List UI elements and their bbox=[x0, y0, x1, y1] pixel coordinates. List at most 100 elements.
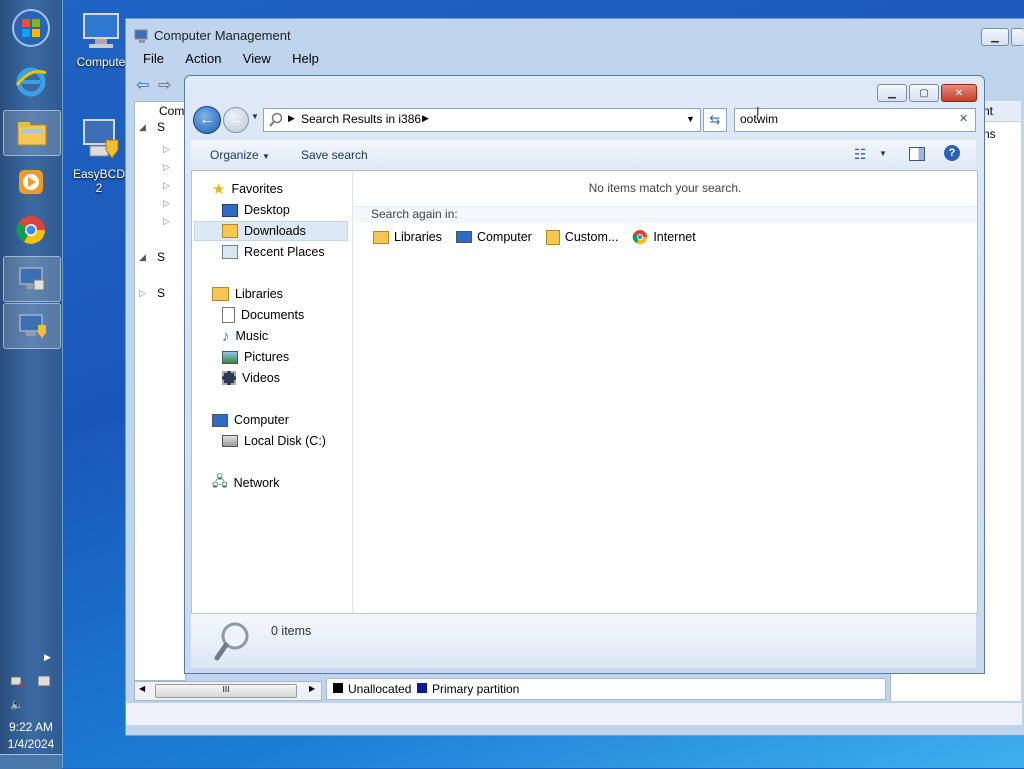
organize-button[interactable]: Organize ▼ bbox=[210, 148, 270, 162]
change-view-icon[interactable]: ☷ bbox=[854, 146, 867, 163]
search-magnifier-icon bbox=[214, 622, 249, 661]
tree-expander[interactable]: ▷ bbox=[139, 288, 146, 299]
taskbar-chrome[interactable] bbox=[3, 208, 59, 252]
preview-pane-icon[interactable] bbox=[909, 147, 925, 161]
save-search-button[interactable]: Save search bbox=[301, 148, 368, 162]
maximize-button[interactable]: ▢ bbox=[909, 84, 939, 102]
breadcrumb-chevron-icon[interactable]: ▶ bbox=[422, 113, 429, 124]
refresh-icon[interactable]: ⇆ bbox=[703, 108, 727, 132]
recent-places-icon bbox=[222, 245, 238, 259]
taskbar: ▶ ✕ 🔈 9:22 AM 1/4/2024 bbox=[0, 0, 63, 769]
address-bar[interactable]: ▶ Search Results in i386 ▶ ▼ bbox=[263, 108, 701, 132]
menu-action[interactable]: Action bbox=[185, 51, 221, 66]
search-again-internet[interactable]: Internet bbox=[632, 229, 696, 245]
search-again-label: Search again in: bbox=[371, 207, 458, 221]
recent-pages-dropdown[interactable]: ▼ bbox=[251, 112, 259, 121]
menu-view[interactable]: View bbox=[243, 51, 271, 66]
nav-label: Libraries bbox=[235, 287, 283, 301]
desktop-icon-easybcd[interactable]: EasyBCD 2 bbox=[68, 116, 130, 195]
primary-partition-swatch bbox=[417, 683, 427, 693]
nav-recent-places[interactable]: Recent Places bbox=[222, 242, 325, 262]
nav-label: Pictures bbox=[244, 350, 290, 364]
svg-text:✕: ✕ bbox=[18, 681, 26, 690]
menu-file[interactable]: File bbox=[143, 51, 164, 66]
horizontal-scrollbar[interactable]: ◀ III ▶ bbox=[134, 681, 322, 701]
nav-local-disk[interactable]: Local Disk (C:) bbox=[222, 431, 326, 451]
tree-subitems[interactable]: ▷ ▷ ▷ ▷ ▷ bbox=[163, 140, 170, 230]
legend-unallocated: Unallocated bbox=[348, 682, 412, 696]
nav-videos[interactable]: Videos bbox=[222, 368, 280, 388]
forward-arrow-icon[interactable]: ⇨ bbox=[158, 75, 171, 95]
chrome-icon bbox=[633, 230, 648, 244]
back-button[interactable]: ← bbox=[193, 106, 221, 134]
tree-expander[interactable]: ◢ bbox=[139, 122, 146, 133]
show-desktop-button[interactable] bbox=[0, 754, 62, 769]
network-tray-icon[interactable]: ✕ bbox=[10, 674, 26, 693]
start-button[interactable] bbox=[3, 6, 59, 50]
clear-search-icon[interactable]: ✕ bbox=[959, 112, 968, 125]
computer-shield-icon bbox=[19, 314, 46, 338]
nav-label: Network bbox=[233, 476, 280, 490]
folder-icon bbox=[17, 122, 47, 146]
forward-button[interactable]: → bbox=[223, 107, 249, 133]
taskbar-media[interactable] bbox=[3, 160, 59, 204]
tree-item[interactable]: S bbox=[157, 286, 165, 300]
breadcrumb-chevron-icon[interactable]: ▶ bbox=[288, 113, 295, 124]
clock-date[interactable]: 1/4/2024 bbox=[0, 737, 62, 751]
nav-favorites[interactable]: ★ Favorites bbox=[212, 179, 283, 199]
scroll-left-icon[interactable]: ◀ bbox=[139, 684, 145, 693]
search-again-libraries[interactable]: Libraries bbox=[373, 229, 442, 245]
address-dropdown-icon[interactable]: ▼ bbox=[686, 114, 695, 124]
nav-libraries[interactable]: Libraries bbox=[212, 284, 283, 304]
internet-explorer-icon bbox=[15, 67, 47, 97]
menu-help[interactable]: Help bbox=[292, 51, 319, 66]
show-hidden-icons[interactable]: ▶ bbox=[44, 652, 51, 663]
nav-desktop[interactable]: Desktop bbox=[222, 200, 290, 220]
network-icon: 🖧 bbox=[212, 473, 228, 489]
computer-icon bbox=[83, 13, 119, 48]
explorer-window[interactable]: ▁ ▢ ✕ ← → ▼ ▶ Search Results in i386 ▶ ▼… bbox=[184, 75, 985, 674]
tree-expander[interactable]: ◢ bbox=[139, 252, 146, 263]
scroll-right-icon[interactable]: ▶ bbox=[309, 684, 315, 693]
search-results-icon bbox=[269, 112, 283, 127]
nav-computer[interactable]: Computer bbox=[212, 410, 289, 430]
drive-icon bbox=[222, 435, 238, 447]
close-button[interactable]: ✕ bbox=[941, 84, 977, 102]
taskbar-explorer[interactable] bbox=[3, 110, 61, 156]
minimize-button[interactable]: ▁ bbox=[877, 84, 907, 102]
maximize-button[interactable] bbox=[1011, 28, 1024, 46]
help-icon[interactable]: ? bbox=[944, 145, 960, 161]
nav-music[interactable]: ♪ Music bbox=[222, 326, 268, 346]
nav-pictures[interactable]: Pictures bbox=[222, 347, 289, 367]
address-text[interactable]: Search Results in i386 bbox=[301, 112, 421, 126]
scroll-thumb[interactable]: III bbox=[155, 684, 297, 698]
nav-label: Recent Places bbox=[244, 245, 325, 259]
minimize-button[interactable]: ▁ bbox=[981, 28, 1009, 46]
tree-item[interactable]: S bbox=[157, 250, 165, 264]
search-again-custom[interactable]: Custom... bbox=[545, 229, 618, 245]
taskbar-ie[interactable] bbox=[3, 60, 59, 104]
pictures-icon bbox=[222, 350, 238, 364]
taskbar-device-icon[interactable] bbox=[3, 303, 61, 349]
desktop-icon-computer[interactable]: Compute bbox=[70, 10, 132, 69]
nav-documents[interactable]: Documents bbox=[222, 305, 304, 325]
windows-start-icon bbox=[12, 9, 50, 47]
volume-muted-icon[interactable]: 🔈 bbox=[10, 698, 24, 711]
cm-status-bar bbox=[126, 702, 1022, 725]
view-options-dropdown-icon[interactable]: ▼ bbox=[879, 149, 887, 158]
downloads-folder-icon bbox=[222, 224, 238, 238]
tree-item[interactable]: S bbox=[157, 120, 165, 134]
command-bar: Organize ▼ Save search ☷ ▼ ? bbox=[191, 140, 976, 171]
taskbar-computer-mgmt[interactable] bbox=[3, 256, 61, 302]
search-again-options: Libraries Computer Custom... Internet bbox=[373, 229, 696, 245]
computer-management-icon bbox=[19, 267, 45, 291]
search-box[interactable]: ootwim ✕ bbox=[734, 108, 976, 132]
music-icon: ♪ bbox=[222, 327, 230, 345]
back-arrow-icon[interactable]: ⇦ bbox=[136, 75, 149, 95]
nav-downloads[interactable]: Downloads bbox=[194, 221, 348, 241]
clock-time[interactable]: 9:22 AM bbox=[0, 720, 62, 734]
nav-label: Music bbox=[235, 329, 269, 343]
nav-network[interactable]: 🖧 Network bbox=[212, 473, 279, 493]
search-again-computer[interactable]: Computer bbox=[455, 229, 532, 245]
action-center-icon[interactable] bbox=[36, 674, 52, 693]
